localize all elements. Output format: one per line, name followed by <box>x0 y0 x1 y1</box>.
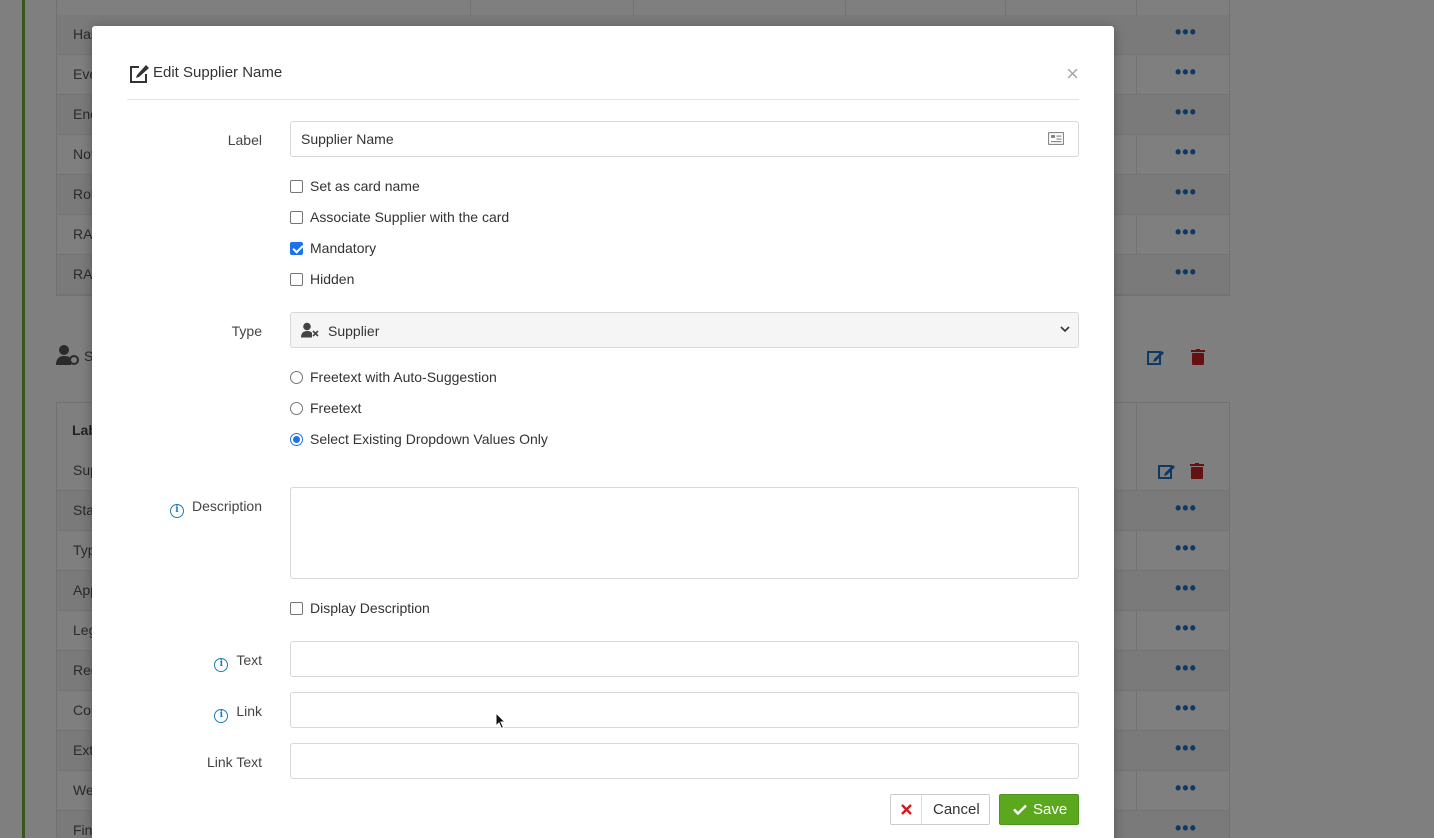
cancel-label: Cancel <box>933 801 980 818</box>
dialog-header: Edit Supplier Name × <box>127 60 1079 100</box>
link-text-field-label: Link Text <box>207 754 262 770</box>
save-label: Save <box>1033 801 1068 818</box>
freetext-autosuggest-radio[interactable] <box>290 370 303 384</box>
label-input-value: Supplier Name <box>301 131 394 147</box>
description-textarea[interactable] <box>290 487 1079 579</box>
dialog-title: Edit Supplier Name <box>153 64 283 81</box>
type-select[interactable]: Supplier <box>290 312 1079 348</box>
description-label-text: Description <box>191 498 262 514</box>
description-field-label: i Description <box>92 498 262 518</box>
edit-field-dialog: Edit Supplier Name × Label Supplier Name… <box>92 26 1114 838</box>
chevron-down-icon <box>1060 326 1070 333</box>
info-icon[interactable]: i <box>214 658 229 672</box>
link-field-label: i Link <box>92 703 262 723</box>
info-icon[interactable]: i <box>214 709 229 723</box>
text-input[interactable] <box>290 641 1079 677</box>
close-icon[interactable]: × <box>1066 63 1079 85</box>
label-field-label: Label <box>227 132 262 148</box>
display-description-checkbox[interactable] <box>290 601 303 615</box>
option-label: Freetext with Auto-Suggestion <box>310 369 497 385</box>
id-card-icon <box>1048 132 1064 145</box>
x-icon <box>891 795 922 824</box>
option-label: Display Description <box>310 600 430 616</box>
option-label: Select Existing Dropdown Values Only <box>310 431 548 447</box>
freetext-autosuggest-option[interactable]: Freetext with Auto-Suggestion <box>290 367 497 387</box>
label-input[interactable]: Supplier Name <box>290 121 1079 157</box>
freetext-option[interactable]: Freetext <box>290 398 361 418</box>
text-label-text: Text <box>236 652 262 668</box>
link-label-text: Link <box>236 703 262 719</box>
check-icon <box>1013 804 1027 815</box>
dropdown-only-option[interactable]: Select Existing Dropdown Values Only <box>290 429 548 449</box>
display-description-option[interactable]: Display Description <box>290 598 430 618</box>
set-card-name-option[interactable]: Set as card name <box>290 176 420 196</box>
link-text-input[interactable] <box>290 743 1079 779</box>
mandatory-option[interactable]: Mandatory <box>290 238 376 258</box>
associate-supplier-option[interactable]: Associate Supplier with the card <box>290 207 509 227</box>
option-label: Set as card name <box>310 178 420 194</box>
set-card-name-checkbox[interactable] <box>290 179 303 193</box>
hidden-checkbox[interactable] <box>290 272 303 286</box>
mandatory-checkbox[interactable] <box>290 241 303 255</box>
hidden-option[interactable]: Hidden <box>290 269 354 289</box>
freetext-radio[interactable] <box>290 401 303 415</box>
associate-supplier-checkbox[interactable] <box>290 210 303 224</box>
edit-square-icon <box>130 65 149 83</box>
option-label: Hidden <box>310 271 355 287</box>
dropdown-only-radio[interactable] <box>290 432 303 446</box>
info-icon[interactable]: i <box>169 504 184 518</box>
mouse-cursor-icon <box>495 712 507 730</box>
text-field-label: i Text <box>92 652 262 672</box>
user-gear-icon <box>301 322 319 338</box>
option-label: Mandatory <box>310 240 377 256</box>
save-button[interactable]: Save <box>999 794 1079 825</box>
type-field-label: Type <box>231 323 262 339</box>
link-input[interactable] <box>290 692 1079 728</box>
option-label: Associate Supplier with the card <box>310 209 510 225</box>
option-label: Freetext <box>310 400 362 416</box>
cancel-button[interactable]: Cancel <box>890 794 990 825</box>
type-select-value: Supplier <box>328 323 380 339</box>
